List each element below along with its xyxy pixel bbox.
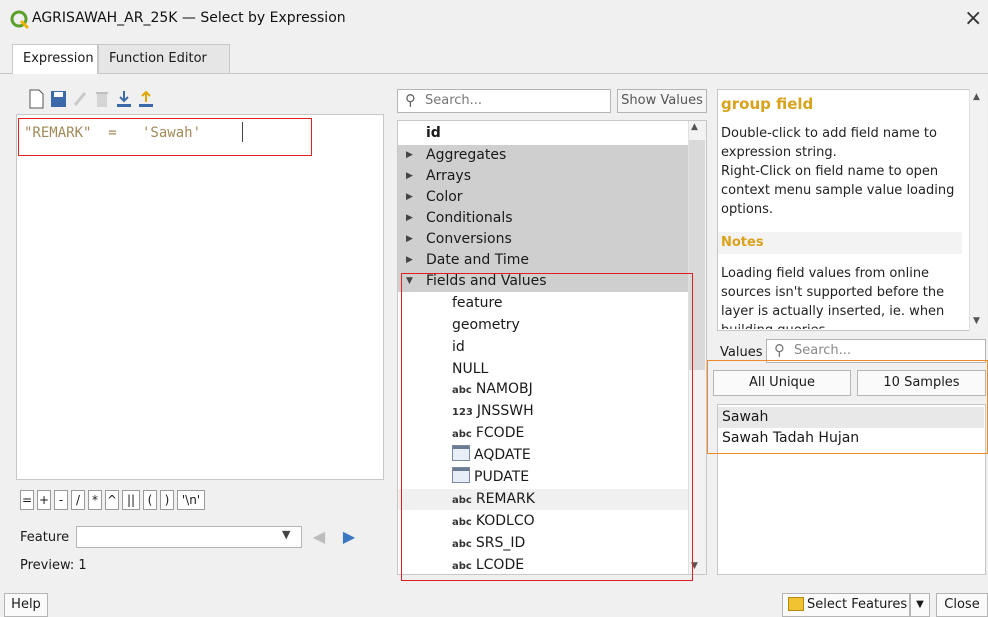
expression-highlight-box [18, 118, 312, 156]
previous-feature-icon[interactable]: ◀ [306, 524, 332, 550]
close-icon[interactable]: × [964, 6, 982, 31]
values-search-placeholder: Search... [794, 343, 852, 358]
search-icon: ⚲ [405, 91, 416, 109]
new-file-icon[interactable] [26, 88, 46, 110]
tree-header-id[interactable]: id [426, 123, 441, 144]
feature-label: Feature [20, 530, 70, 545]
values-highlight-box [707, 360, 988, 454]
show-values-button[interactable]: Show Values [617, 89, 707, 113]
help-button[interactable]: Help [4, 593, 48, 617]
close-button[interactable]: Close [936, 593, 988, 617]
values-label: Values [720, 345, 763, 360]
edit-icon[interactable] [70, 88, 90, 110]
editor-toolbar [26, 88, 206, 114]
save-icon[interactable] [48, 88, 68, 110]
operator-plus-button[interactable]: + [37, 490, 51, 510]
expand-arrow-icon[interactable]: ▶ [406, 187, 413, 208]
export-icon[interactable] [136, 88, 156, 110]
tree-group-date-and-time[interactable]: ▶ Date and Time [398, 250, 688, 271]
help-scrollbar[interactable] [969, 89, 986, 331]
expand-arrow-icon[interactable]: ▶ [406, 208, 413, 229]
preview-text: Preview: 1 [20, 558, 87, 573]
scroll-up-arrow-icon[interactable]: ▲ [691, 122, 698, 132]
notes-heading: Notes [718, 232, 962, 254]
next-feature-icon[interactable]: ▶ [336, 524, 362, 550]
expand-arrow-icon[interactable]: ▶ [406, 250, 413, 271]
tab-divider [0, 73, 988, 74]
chevron-down-icon[interactable]: ▼ [282, 528, 290, 541]
help-title: group field [721, 95, 814, 113]
tree-group-arrays[interactable]: ▶ Arrays [398, 166, 688, 187]
operator-close-paren-button[interactable]: ) [160, 490, 174, 510]
search-icon: ⚲ [774, 341, 785, 359]
operator-equals-button[interactable]: = [20, 490, 34, 510]
tab-expression[interactable]: Expression [12, 44, 98, 74]
import-icon[interactable] [114, 88, 134, 110]
tree-group-color[interactable]: ▶ Color [398, 187, 688, 208]
operator-open-paren-button[interactable]: ( [143, 490, 157, 510]
operator-concat-button[interactable]: || [122, 490, 140, 510]
tree-group-conditionals[interactable]: ▶ Conditionals [398, 208, 688, 229]
expand-arrow-icon[interactable]: ▶ [406, 145, 413, 166]
qgis-logo-icon [10, 10, 30, 30]
tree-group-conversions[interactable]: ▶ Conversions [398, 229, 688, 250]
help-body: Double-click to add field name to expres… [721, 126, 955, 217]
select-features-dropdown-icon[interactable]: ▼ [910, 593, 930, 617]
delete-icon[interactable] [92, 88, 112, 110]
fields-highlight-box [401, 273, 693, 581]
operator-multiply-button[interactable]: * [88, 490, 102, 510]
expression-editor[interactable] [16, 114, 384, 480]
notes-body: Loading field values from online sources… [721, 266, 945, 329]
select-features-icon [788, 597, 804, 611]
scroll-down-arrow-icon[interactable]: ▼ [973, 316, 980, 326]
window-title: AGRISAWAH_AR_25K — Select by Expression [32, 10, 346, 26]
expand-arrow-icon[interactable]: ▶ [406, 229, 413, 250]
expand-arrow-icon[interactable]: ▶ [406, 166, 413, 187]
scroll-up-arrow-icon[interactable]: ▲ [973, 92, 980, 102]
function-search-placeholder: Search... [425, 93, 483, 108]
feature-combobox[interactable] [76, 526, 302, 548]
tab-function-editor[interactable]: Function Editor [98, 44, 230, 74]
operator-newline-button[interactable]: '\n' [177, 490, 205, 510]
operator-power-button[interactable]: ^ [105, 490, 119, 510]
operator-divide-button[interactable]: / [71, 490, 85, 510]
operator-minus-button[interactable]: - [54, 490, 68, 510]
tree-group-aggregates[interactable]: ▶ Aggregates [398, 145, 688, 166]
